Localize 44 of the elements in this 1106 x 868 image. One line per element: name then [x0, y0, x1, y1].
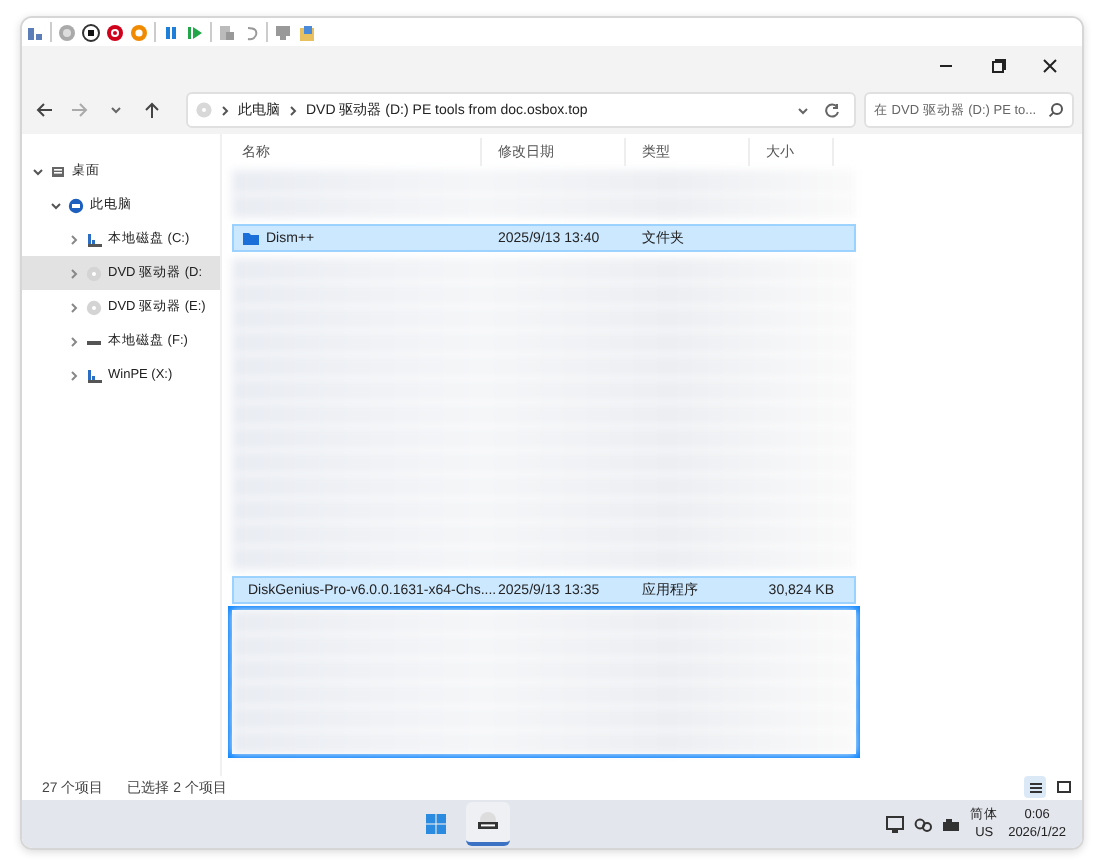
expanded-chevron-icon[interactable]: [50, 199, 62, 211]
chevron-icon: [220, 103, 230, 117]
pause-icon[interactable]: [162, 23, 180, 41]
computer-icon: [68, 197, 84, 213]
drive-icon: [86, 367, 102, 383]
collapsed-chevron-icon[interactable]: [68, 267, 80, 279]
windows-logo-icon: [424, 812, 449, 836]
collapsed-chevron-icon[interactable]: [68, 301, 80, 313]
power-icon[interactable]: [58, 23, 76, 41]
up-arrow-icon: [142, 100, 162, 120]
play-icon[interactable]: [186, 23, 204, 41]
computer-icon[interactable]: [26, 23, 44, 41]
window-icon: [1055, 779, 1071, 795]
reset-icon[interactable]: [130, 23, 148, 41]
list-icon: [1027, 779, 1043, 795]
details-view-button[interactable]: [1024, 776, 1046, 798]
search-icon: [1048, 102, 1064, 118]
settings-icon[interactable]: [298, 23, 316, 41]
folder-icon: [242, 229, 260, 247]
stop-icon[interactable]: [82, 23, 100, 41]
close-icon: [1040, 56, 1060, 76]
desktop-icon: [50, 163, 66, 179]
drive-icon[interactable]: [942, 815, 961, 833]
collapsed-chevron-icon[interactable]: [68, 233, 80, 245]
dropdown-icon[interactable]: [796, 103, 810, 117]
disc-icon: [86, 265, 102, 281]
restore-icon: [988, 56, 1008, 76]
record-icon[interactable]: [106, 23, 124, 41]
expanded-chevron-icon[interactable]: [32, 165, 44, 177]
collapsed-chevron-icon[interactable]: [68, 369, 80, 381]
drive-taskbar-button[interactable]: [466, 802, 511, 846]
right-arrow-icon: [70, 100, 90, 120]
monitor-icon[interactable]: [886, 815, 905, 833]
snapshot-icon[interactable]: [218, 23, 236, 41]
collapsed-chevron-icon[interactable]: [68, 335, 80, 347]
revert-icon[interactable]: [242, 23, 260, 41]
preview-view-button[interactable]: [1052, 776, 1074, 798]
disc-icon: [196, 102, 212, 118]
drive-icon: [86, 231, 102, 247]
left-arrow-icon: [34, 100, 54, 120]
chevron-icon: [288, 103, 298, 117]
network-icon[interactable]: [914, 815, 933, 833]
drive-icon: [476, 810, 501, 834]
disc-icon: [86, 299, 102, 315]
